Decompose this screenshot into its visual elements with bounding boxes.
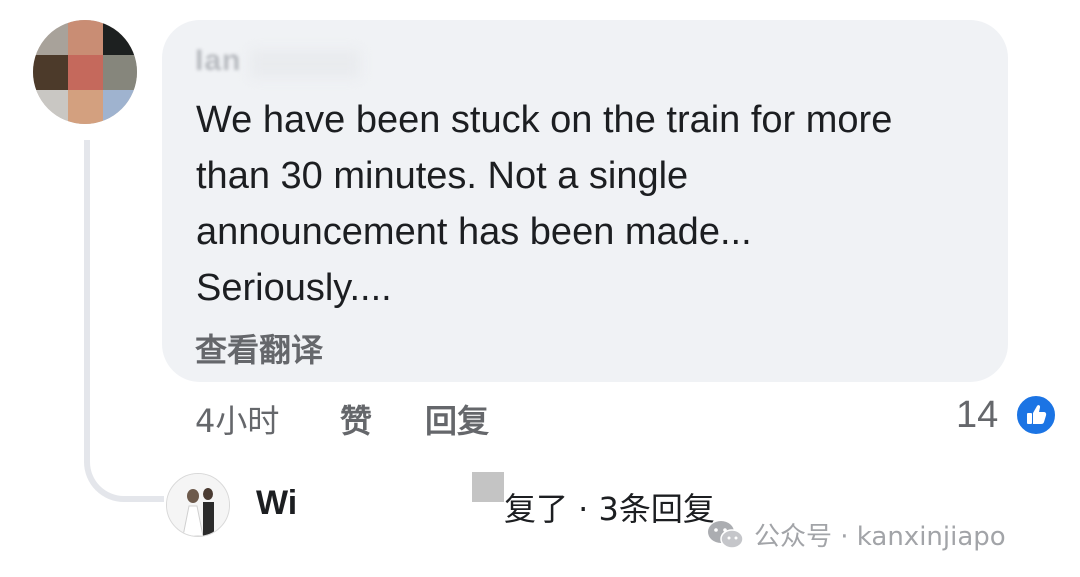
comment-timestamp[interactable]: 4小时	[195, 396, 279, 442]
comment-body: We have been stuck on the train for more…	[196, 99, 893, 309]
watermark-label: 公众号 · kanxinjiapo	[754, 522, 1006, 552]
thread-connector	[84, 140, 164, 502]
see-translation-link[interactable]: 查看翻译	[195, 325, 323, 371]
replier-avatar[interactable]	[166, 473, 230, 537]
view-replies-link[interactable]: 复了 · 3条回复	[504, 484, 715, 530]
commenter-avatar[interactable]	[33, 20, 137, 124]
reaction-count[interactable]: 14	[956, 394, 998, 437]
comment-thread: Ian We have been stuck on the train for …	[0, 0, 1080, 577]
watermark: 公众号 · kanxinjiapo	[706, 516, 1006, 553]
name-redaction	[250, 50, 360, 78]
reply-button[interactable]: 回复	[425, 396, 489, 442]
mosaic-redaction	[472, 472, 504, 502]
like-button[interactable]: 赞	[340, 396, 372, 442]
like-icon[interactable]	[1014, 393, 1058, 437]
wechat-icon	[708, 520, 744, 549]
commenter-name[interactable]: Ian	[195, 44, 241, 78]
replier-name[interactable]: Wi	[256, 484, 297, 523]
